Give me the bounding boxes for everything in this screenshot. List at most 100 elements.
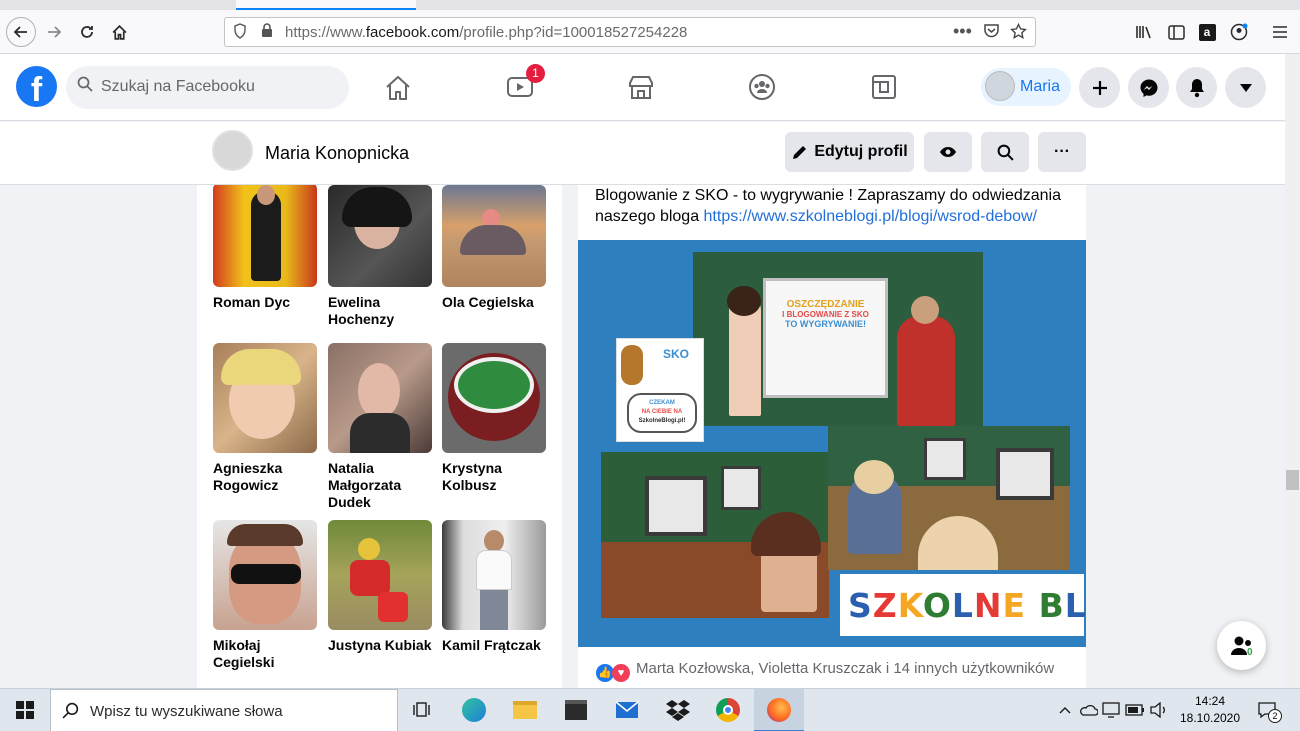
groups-icon	[749, 74, 775, 100]
facebook-logo-icon[interactable]: f	[16, 66, 57, 107]
battery-icon[interactable]	[1122, 697, 1148, 723]
friend-photo[interactable]	[328, 185, 432, 287]
friend-card[interactable]: Krystyna Kolbusz	[442, 343, 546, 494]
bell-icon	[1189, 78, 1204, 97]
taskbar-search-placeholder: Wpisz tu wyszukiwane słowa	[90, 703, 283, 720]
friend-card[interactable]: Justyna Kubiak	[328, 520, 432, 654]
groups-tab[interactable]	[746, 71, 778, 103]
more-options-button[interactable]: ···	[1038, 132, 1086, 172]
friend-photo[interactable]	[328, 343, 432, 453]
home-icon	[386, 75, 410, 100]
logo-text: SZKOLNE BLOGI	[848, 586, 1086, 625]
bookmark-star-icon[interactable]	[1010, 22, 1027, 44]
edit-profile-button[interactable]: Edytuj profil	[785, 132, 914, 172]
marketplace-tab[interactable]	[625, 71, 657, 103]
sidebar-icon[interactable]	[1162, 18, 1190, 46]
friend-name[interactable]: Krystyna Kolbusz	[442, 460, 546, 494]
page-actions-icon[interactable]: •••	[953, 21, 972, 42]
forward-button[interactable]	[40, 18, 68, 46]
post-image[interactable]: OSZCZĘDZANIE I BLOGOWANIE Z SKO TO WYGRY…	[578, 240, 1086, 647]
shield-icon[interactable]	[233, 23, 247, 43]
windows-icon	[16, 701, 34, 719]
friend-name[interactable]: Ewelina Hochenzy	[328, 294, 432, 328]
menu-hamburger-icon[interactable]	[1266, 18, 1294, 46]
friend-card[interactable]: Natalia Małgorzata Dudek	[328, 343, 432, 511]
avatar[interactable]	[212, 130, 253, 171]
edge-icon[interactable]	[461, 697, 487, 723]
start-button[interactable]	[12, 697, 38, 723]
account-icon[interactable]	[1225, 18, 1253, 46]
page-scrollbar[interactable]	[1285, 54, 1300, 688]
taskbar-search[interactable]: Wpisz tu wyszukiwane słowa	[50, 689, 398, 731]
friend-photo[interactable]	[328, 520, 432, 630]
friend-card[interactable]: Roman Dyc	[213, 185, 317, 311]
firefox-taskbar-button[interactable]	[754, 689, 804, 731]
reactions-summary[interactable]: 👍 ♥ Marta Kozłowska, Violetta Kruszczak i …	[596, 660, 1054, 682]
gaming-tab[interactable]	[868, 71, 900, 103]
taskbar: Wpisz tu wyszukiwane słowa 14:24 18.10.2…	[0, 688, 1300, 731]
home-button[interactable]	[105, 18, 133, 46]
friend-card[interactable]: Ewelina Hochenzy	[328, 185, 432, 328]
friend-photo[interactable]	[213, 343, 317, 453]
view-as-button[interactable]	[924, 132, 972, 172]
profile-name[interactable]: Maria Konopnicka	[265, 143, 409, 164]
messenger-button[interactable]	[1128, 67, 1169, 108]
friend-name[interactable]: Mikołaj Cegielski	[213, 637, 317, 671]
friend-photo[interactable]	[442, 343, 546, 453]
scrollbar-thumb[interactable]	[1286, 470, 1299, 490]
search-profile-button[interactable]	[981, 132, 1029, 172]
mail-icon[interactable]	[614, 697, 640, 723]
reload-button[interactable]	[73, 18, 101, 46]
file-explorer-icon[interactable]	[512, 697, 538, 723]
friend-card[interactable]: Kamil Frątczak	[442, 520, 546, 654]
slide-subtitle: TO WYGRYWANIE!	[785, 319, 866, 329]
pocket-icon[interactable]	[983, 23, 1000, 43]
home-tab[interactable]	[382, 71, 414, 103]
reload-icon	[81, 26, 93, 38]
friend-name[interactable]: Roman Dyc	[213, 294, 317, 311]
friend-name[interactable]: Natalia Małgorzata Dudek	[328, 460, 432, 511]
account-menu-button[interactable]	[1225, 67, 1266, 108]
profile-chip[interactable]: Maria	[981, 68, 1071, 106]
friend-name[interactable]: Justyna Kubiak	[328, 637, 432, 654]
contacts-button[interactable]: 0	[1217, 621, 1266, 670]
friend-photo[interactable]	[442, 185, 546, 287]
task-view-icon[interactable]	[409, 697, 435, 723]
library-icon[interactable]	[1130, 18, 1158, 46]
profile-chip-name: Maria	[1020, 78, 1061, 95]
friend-photo[interactable]	[213, 520, 317, 630]
store-icon[interactable]	[563, 697, 589, 723]
monitor	[721, 466, 761, 510]
friend-name[interactable]: Ola Cegielska	[442, 294, 546, 311]
friend-name[interactable]: Kamil Frątczak	[442, 637, 546, 654]
dropbox-icon[interactable]	[665, 697, 691, 723]
back-button[interactable]	[6, 17, 36, 47]
search-icon	[62, 702, 79, 724]
friend-card[interactable]: Ola Cegielska	[442, 185, 546, 311]
address-bar[interactable]: https://www.facebook.com/profile.php?id=…	[224, 17, 1036, 47]
friend-card[interactable]: Agnieszka Rogowicz	[213, 343, 317, 494]
volume-icon[interactable]	[1146, 697, 1172, 723]
post-card: Blogowanie z SKO - to wygrywanie ! Zapra…	[578, 185, 1086, 688]
notifications-button[interactable]	[1176, 67, 1217, 108]
chrome-icon[interactable]	[715, 697, 741, 723]
taskbar-clock[interactable]: 14:24 18.10.2020	[1172, 693, 1248, 727]
browser-tab-active[interactable]	[236, 0, 416, 10]
friend-photo[interactable]	[442, 520, 546, 630]
amazon-icon[interactable]: a	[1193, 18, 1221, 46]
facebook-top-bar: f Szukaj na Facebooku 1 Maria	[0, 54, 1285, 121]
screen-icon[interactable]	[1098, 697, 1124, 723]
caret-down-icon	[1239, 83, 1252, 92]
action-center-icon[interactable]: 2	[1254, 697, 1282, 723]
url-text[interactable]: https://www.facebook.com/profile.php?id=…	[285, 24, 687, 41]
friend-name[interactable]: Agnieszka Rogowicz	[213, 460, 317, 494]
create-button[interactable]	[1079, 67, 1120, 108]
friend-card[interactable]: Mikołaj Cegielski	[213, 520, 317, 671]
monitor	[996, 448, 1054, 500]
lock-icon[interactable]	[261, 23, 273, 42]
post-link[interactable]: https://www.szkolneblogi.pl/blogi/wsrod-…	[704, 208, 1038, 225]
friend-photo[interactable]	[213, 185, 317, 287]
student-figure	[854, 460, 894, 494]
facebook-search[interactable]: Szukaj na Facebooku	[66, 66, 349, 109]
student-figure	[918, 516, 998, 570]
